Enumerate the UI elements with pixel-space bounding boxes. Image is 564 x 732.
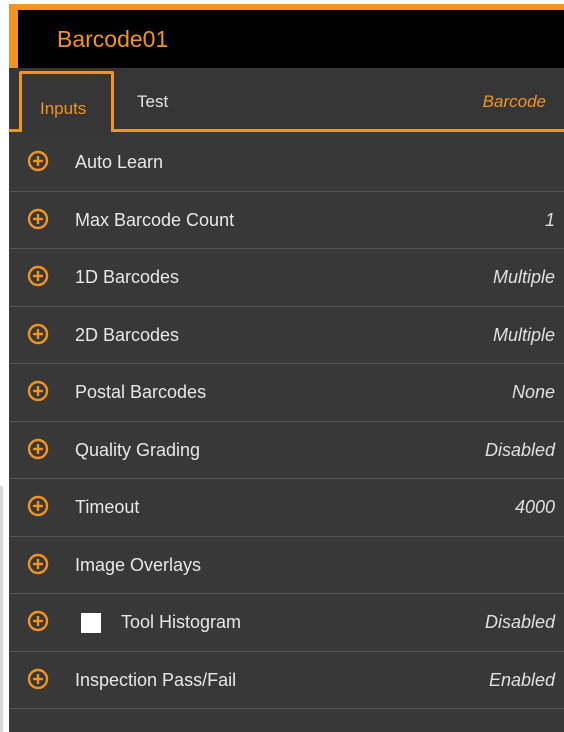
property-label: Timeout: [75, 497, 140, 517]
tab-bar: Inputs Test Barcode: [9, 68, 564, 135]
property-label: Quality Grading: [75, 439, 201, 460]
plus-circle-icon[interactable]: [27, 438, 49, 460]
property-row-auto-learn[interactable]: Auto Learn: [9, 134, 564, 192]
property-row-postal-barcodes[interactable]: Postal Barcodes None: [9, 364, 564, 422]
plus-circle-icon[interactable]: [27, 495, 49, 517]
property-value: Multiple: [492, 324, 555, 345]
property-label: Postal Barcodes: [75, 382, 207, 402]
window-edge: [0, 486, 3, 732]
plus-circle-icon[interactable]: [27, 208, 49, 230]
property-row-timeout[interactable]: Timeout 4000: [9, 479, 564, 537]
property-row-tool-histogram[interactable]: Tool Histogram Disabled: [9, 594, 564, 652]
tool-histogram-checkbox[interactable]: [81, 613, 101, 633]
plus-circle-icon[interactable]: [27, 150, 49, 172]
property-value: Disabled: [484, 612, 555, 632]
property-value: 1: [544, 209, 555, 230]
property-label: Inspection Pass/Fail: [75, 669, 237, 690]
property-label: Auto Learn: [75, 152, 164, 172]
property-label: 1D Barcodes: [75, 267, 180, 287]
property-value: 4000: [514, 497, 555, 517]
property-value: Disabled: [484, 439, 555, 460]
property-row-1d-barcodes[interactable]: 1D Barcodes Multiple: [9, 249, 564, 307]
property-list: Auto Learn Max Barcode Count 1 1D Barcod…: [9, 134, 564, 709]
property-row-inspection-pass-fail[interactable]: Inspection Pass/Fail Enabled: [9, 652, 564, 709]
tool-panel: Barcode01 Inputs Test Barcode Auto Learn…: [9, 4, 564, 732]
plus-circle-icon[interactable]: [27, 553, 49, 575]
property-label: Max Barcode Count: [75, 209, 235, 230]
property-label: Tool Histogram: [121, 612, 242, 632]
property-row-max-barcode-count[interactable]: Max Barcode Count 1: [9, 192, 564, 249]
plus-circle-icon[interactable]: [27, 265, 49, 287]
property-row-quality-grading[interactable]: Quality Grading Disabled: [9, 422, 564, 479]
plus-circle-icon[interactable]: [27, 323, 49, 345]
property-row-2d-barcodes[interactable]: 2D Barcodes Multiple: [9, 307, 564, 364]
plus-circle-icon[interactable]: [27, 668, 49, 690]
plus-circle-icon[interactable]: [27, 610, 49, 632]
property-value: Enabled: [488, 669, 555, 690]
property-value: Multiple: [492, 267, 555, 287]
title-accent-bar: [9, 10, 18, 68]
tab-inputs[interactable]: Inputs: [19, 71, 114, 135]
property-label: Image Overlays: [75, 554, 202, 575]
tab-test[interactable]: Test: [137, 92, 168, 112]
title-bar: Barcode01: [9, 10, 564, 68]
tool-title: Barcode01: [57, 26, 169, 52]
property-label: 2D Barcodes: [75, 324, 180, 345]
property-row-image-overlays[interactable]: Image Overlays: [9, 537, 564, 594]
tab-inputs-label: Inputs: [40, 99, 87, 118]
tool-type-label: Barcode: [482, 92, 546, 111]
plus-circle-icon[interactable]: [27, 380, 49, 402]
property-value: None: [511, 382, 555, 402]
